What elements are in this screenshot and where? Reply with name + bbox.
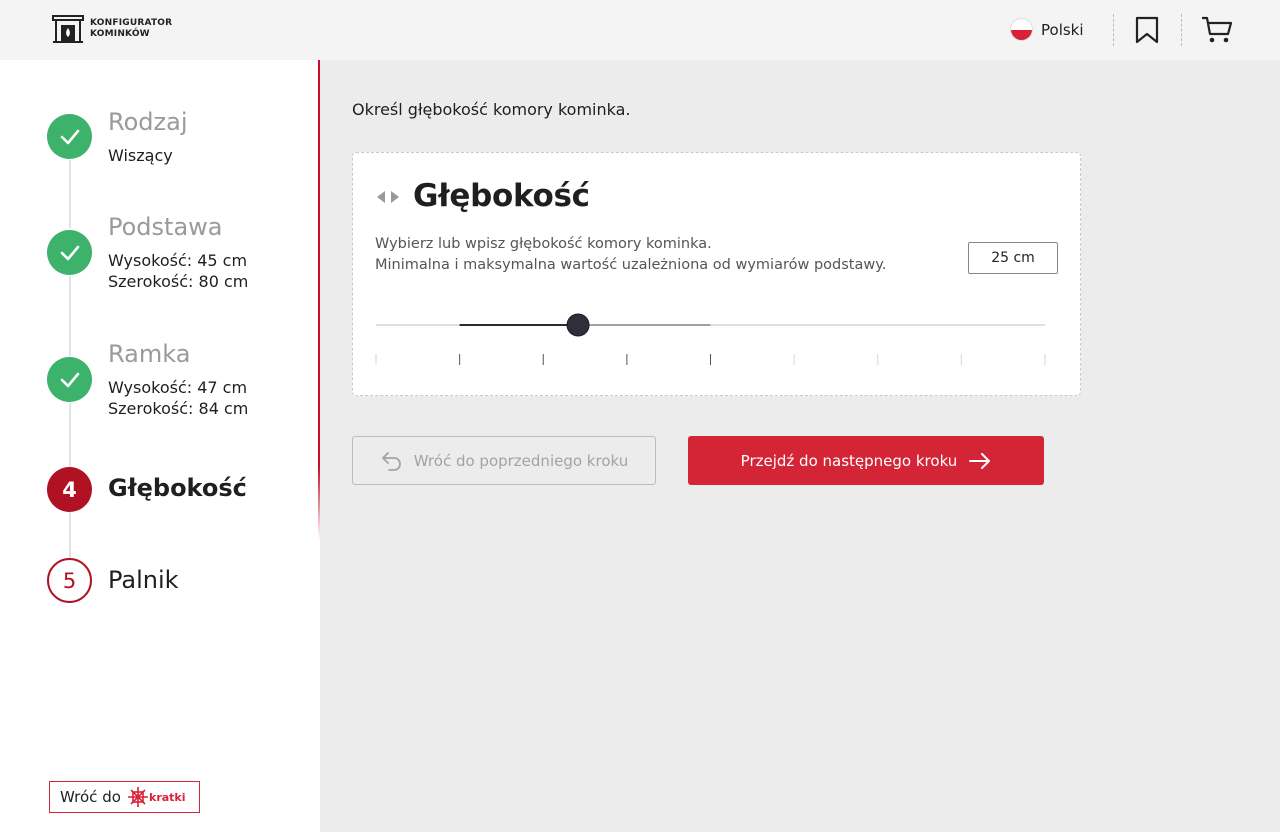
header-divider [1181, 14, 1182, 46]
step-3-width: Szerokość: 84 cm [108, 399, 249, 418]
next-step-button[interactable]: Przejdź do następnego kroku [688, 436, 1044, 485]
step-2-width: Szerokość: 80 cm [108, 272, 249, 291]
card-description-line-1: Wybierz lub wpisz głębokość komory komin… [375, 236, 712, 252]
sidebar-accent-border [318, 60, 320, 540]
kratki-logo-mark: kratki [127, 787, 186, 807]
slider-thumb[interactable] [566, 313, 590, 337]
card-title: Głębokość [413, 178, 590, 214]
language-label: Polski [1041, 20, 1084, 39]
step-5-title: Palnik [108, 566, 179, 594]
step-1-value: Wiszący [108, 146, 173, 165]
step-instruction: Określ głębokość komory kominka. [352, 100, 631, 119]
step-5-badge: 5 [47, 558, 92, 603]
step-connector [69, 512, 71, 558]
language-selector[interactable]: Polski [1010, 18, 1084, 41]
depth-value-input[interactable] [968, 242, 1058, 274]
app-logo[interactable]: KONFIGURATOR KOMINKÓW [52, 14, 172, 44]
steps-sidebar [0, 60, 320, 832]
checkmark-icon [60, 129, 79, 144]
step-3-title[interactable]: Ramka [108, 340, 190, 368]
step-2-title[interactable]: Podstawa [108, 213, 223, 241]
checkmark-icon [60, 245, 79, 260]
kratki-logo: kratki [127, 786, 189, 808]
undo-arrow-icon [381, 451, 401, 471]
step-4-active-badge: 4 [47, 467, 92, 512]
step-1-done-badge[interactable] [47, 114, 92, 159]
arrow-right-icon [969, 452, 991, 469]
checkmark-icon [60, 372, 79, 387]
step-3-height: Wysokość: 47 cm [108, 378, 248, 397]
step-2-done-badge[interactable] [47, 230, 92, 275]
horizontal-arrows-icon [377, 191, 399, 203]
step-4-title: Głębokość [108, 474, 247, 502]
poland-flag-icon [1010, 18, 1033, 41]
header-divider [1113, 14, 1114, 46]
card-description-line-2: Minimalna i maksymalna wartość uzależnio… [375, 257, 887, 273]
depth-slider[interactable] [353, 303, 1082, 373]
step-1-title[interactable]: Rodzaj [108, 108, 188, 136]
cart-icon[interactable] [1201, 15, 1233, 45]
step-connector [69, 160, 71, 228]
back-to-label: Wróć do [60, 788, 121, 806]
fireplace-logo-icon [52, 15, 84, 43]
bookmark-icon[interactable] [1134, 16, 1160, 44]
step-2-height: Wysokość: 45 cm [108, 251, 248, 270]
logo-line-2: KOMINKÓW [90, 29, 150, 39]
back-to-kratki-link[interactable]: Wróć do kratki [49, 781, 200, 813]
previous-step-label: Wróć do poprzedniego kroku [413, 451, 629, 470]
step-connector [69, 276, 71, 356]
step-3-done-badge[interactable] [47, 357, 92, 402]
top-header: KONFIGURATOR KOMINKÓW Polski [0, 0, 1280, 60]
previous-step-button[interactable]: Wróć do poprzedniego kroku [352, 436, 656, 485]
depth-card: Głębokość Wybierz lub wpisz głębokość ko… [352, 152, 1081, 396]
kratki-brand-text: kratki [149, 791, 186, 804]
step-connector [69, 403, 71, 467]
next-step-label: Przejdź do następnego kroku [740, 451, 958, 470]
logo-line-1: KONFIGURATOR [90, 18, 173, 28]
